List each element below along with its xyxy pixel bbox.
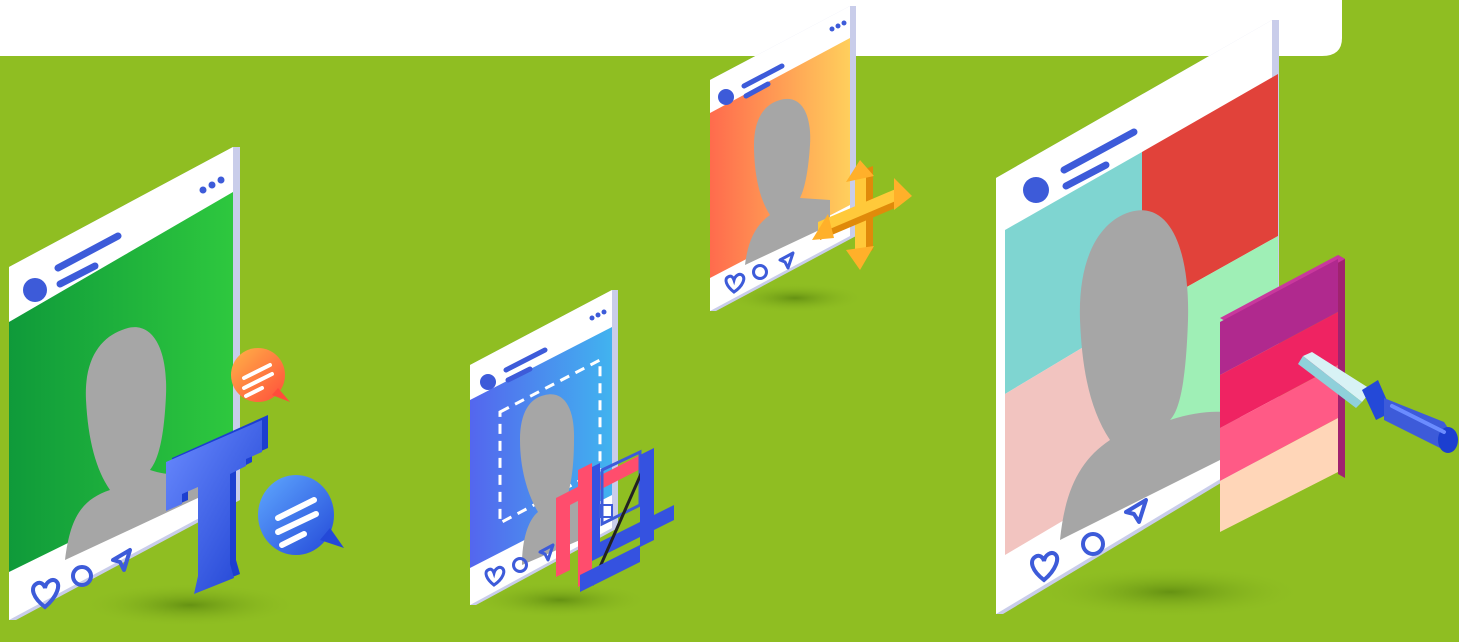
card-shadow xyxy=(1035,566,1305,618)
card-shadow xyxy=(80,583,300,627)
avatar-icon xyxy=(1023,177,1049,203)
silhouette-icon xyxy=(520,394,580,565)
card-text-post xyxy=(9,147,344,627)
top-banner xyxy=(0,0,1342,56)
avatar-icon xyxy=(480,374,496,390)
avatar-icon xyxy=(718,89,734,105)
card-color-picker-post xyxy=(996,20,1458,618)
card-crop-post xyxy=(470,290,674,618)
avatar-icon xyxy=(23,278,47,302)
chat-bubble-icon xyxy=(231,348,290,402)
chat-bubble-icon xyxy=(258,475,344,555)
illustration-scene xyxy=(0,0,1458,627)
